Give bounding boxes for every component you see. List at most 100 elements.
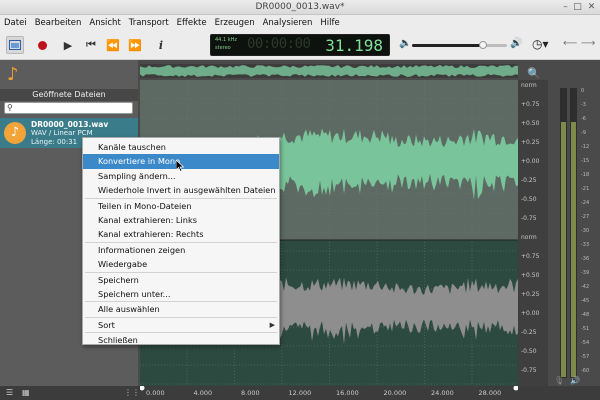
minimize-button[interactable]: – xyxy=(560,2,571,13)
context-menu-item[interactable]: Kanal extrahieren: Rechts xyxy=(83,227,279,241)
context-menu-item[interactable]: Kanal extrahieren: Links xyxy=(83,213,279,227)
context-menu-item[interactable]: Informationen zeigen xyxy=(83,243,279,257)
play-button[interactable]: ▶ xyxy=(59,36,77,54)
level-meters: 0 -3 -6 -9 -12 -15 -18 -21 -24 -27 -30 -33 -36 -39 -42… xyxy=(550,60,600,386)
sample-rate: 44.1 kHz xyxy=(215,37,238,43)
menu-datei[interactable]: Datei xyxy=(4,18,27,28)
context-menu-item[interactable]: Sort ▶ xyxy=(83,318,279,332)
file-length: Länge: 00:31 xyxy=(31,138,78,146)
meter-tick-label: -18 xyxy=(581,172,590,178)
resize-handle-icon[interactable]: ⋮⋮ xyxy=(124,388,140,397)
meter-tick-label: -45 xyxy=(581,298,590,304)
info-button[interactable]: i xyxy=(152,36,170,54)
close-window-button[interactable]: ✕ xyxy=(586,2,597,13)
file-name: DR0000_0013.wav xyxy=(31,120,109,129)
channel-mode: stereo xyxy=(215,45,231,51)
volume-slider[interactable] xyxy=(412,41,507,49)
time-tick-label: 4.000 xyxy=(193,389,213,397)
amplitude-tick-label: norm xyxy=(521,82,537,89)
amplitude-tick-label: +0.75 xyxy=(521,253,540,260)
context-menu-item-label: Alle auswählen xyxy=(98,304,160,315)
play-icon: ▶ xyxy=(63,38,73,52)
skip-start-button[interactable]: ⏮ xyxy=(82,36,100,54)
meter-tick-label: -30 xyxy=(581,228,590,234)
amplitude-tick-label: +0.50 xyxy=(521,120,540,127)
context-menu-item-label: Kanäle tauschen xyxy=(98,142,166,152)
menu-hilfe[interactable]: Hilfe xyxy=(320,18,339,28)
zoom-button[interactable]: 🔍 xyxy=(527,67,541,80)
speaker-icon[interactable]: 🔊 xyxy=(570,376,580,385)
time-axis: 0.000 4.000 8.000 12.000 16.000 20.000 24.000 2… xyxy=(140,386,518,400)
record-button[interactable] xyxy=(33,36,51,54)
amplitude-tick-label: -0.75 xyxy=(521,215,537,222)
meter-tick-label: -39 xyxy=(581,270,590,276)
audio-file-icon: ♪ xyxy=(4,122,26,144)
file-search-input[interactable]: ⚲ xyxy=(4,102,133,114)
context-menu-item-label: Sort xyxy=(98,319,115,330)
clock-menu-button[interactable]: ◷▾ xyxy=(532,37,549,51)
context-menu-item-label: Kanal extrahieren: Rechts xyxy=(98,229,204,240)
context-menu-item-label: Teilen in Mono-Dateien xyxy=(98,200,192,211)
meter-tick-label: -48 xyxy=(581,312,590,318)
meter-tick-label: -51 xyxy=(581,326,590,332)
window-icon xyxy=(9,40,21,50)
menu-effekte[interactable]: Effekte xyxy=(177,18,207,28)
rewind-icon: ⏪ xyxy=(106,38,120,52)
back-button[interactable]: ⟵ xyxy=(563,38,577,49)
context-menu-item[interactable]: Speichern unter... xyxy=(83,287,279,301)
panel-header: ♪ xyxy=(0,60,138,88)
microphone-icon[interactable]: 🎙 xyxy=(554,376,564,385)
list-view-icon[interactable]: ☰ xyxy=(6,388,13,397)
context-menu-item-label: Speichern unter... xyxy=(98,288,171,299)
view-toggle-button[interactable] xyxy=(6,36,24,54)
context-menu-item[interactable]: Wiederhole Invert in ausgewählten Dateie… xyxy=(83,183,279,197)
level-meter-bars xyxy=(560,88,577,378)
context-menu-item[interactable]: Kanäle tauschen xyxy=(83,140,279,154)
time-tick-label: 20.000 xyxy=(383,389,407,397)
time-tick-label: 28.000 xyxy=(478,389,502,397)
context-menu-item-label: Schließen xyxy=(98,335,138,346)
menu-transport[interactable]: Transport xyxy=(129,18,169,28)
forward-button[interactable]: ⟶ xyxy=(581,38,595,49)
meter-tick-label: 0 xyxy=(581,88,585,94)
fast-forward-button[interactable]: ⏩ xyxy=(126,36,144,54)
arrow-right-icon: ⟶ xyxy=(581,38,596,49)
menu-analysieren[interactable]: Analysieren xyxy=(263,18,313,28)
menu-erzeugen[interactable]: Erzeugen xyxy=(215,18,255,28)
amplitude-tick-label: -0.50 xyxy=(521,196,537,203)
rewind-button[interactable]: ⏪ xyxy=(104,36,122,54)
amplitude-tick-label: +0.25 xyxy=(521,139,540,146)
time-tick-label: 0.000 xyxy=(146,389,165,397)
arrow-left-icon: ⟵ xyxy=(563,38,578,49)
grid-view-icon[interactable]: ▦ xyxy=(22,388,30,397)
time-tick-label: 8.000 xyxy=(241,389,260,397)
context-menu-item[interactable]: Wiedergabe xyxy=(83,257,279,271)
volume-low-icon: 🔈 xyxy=(399,38,412,49)
meter-tick-label: -6 xyxy=(581,116,586,122)
time-value: 31.198 xyxy=(325,36,383,55)
skip-start-icon: ⏮ xyxy=(86,38,96,51)
meter-tick-label: -60 xyxy=(581,368,590,374)
context-menu-item[interactable]: Schließen xyxy=(83,333,279,347)
amplitude-tick-label: -0.25 xyxy=(521,329,537,336)
meter-tick-label: -33 xyxy=(581,242,590,248)
meter-tick-label: -57 xyxy=(581,354,590,360)
menu-ansicht[interactable]: Ansicht xyxy=(89,18,120,28)
context-menu-item-label: Konvertiere in Mono xyxy=(98,156,181,167)
amplitude-tick-label: norm xyxy=(521,234,537,241)
amplitude-tick-label: -0.25 xyxy=(521,177,537,184)
menu-bearbeiten[interactable]: Bearbeiten xyxy=(35,18,82,28)
meter-tick-label: -3 xyxy=(581,102,586,108)
volume-high-icon: 🔊 xyxy=(510,38,523,49)
overview-waveform xyxy=(140,64,518,78)
open-files-heading: Geöffnete Dateien xyxy=(0,89,138,101)
context-menu-item[interactable]: Alle auswählen xyxy=(83,302,279,316)
context-menu-item[interactable]: Speichern xyxy=(83,273,279,287)
waveform-overview[interactable] xyxy=(140,64,518,78)
amplitude-tick-label: +0.00 xyxy=(521,310,540,317)
context-menu-item[interactable]: Teilen in Mono-Dateien xyxy=(83,199,279,213)
record-icon xyxy=(37,40,47,50)
file-type: WAV / Linear PCM xyxy=(31,129,93,137)
maximize-button[interactable]: □ xyxy=(572,2,583,13)
amplitude-tick-label: +0.75 xyxy=(521,101,540,108)
